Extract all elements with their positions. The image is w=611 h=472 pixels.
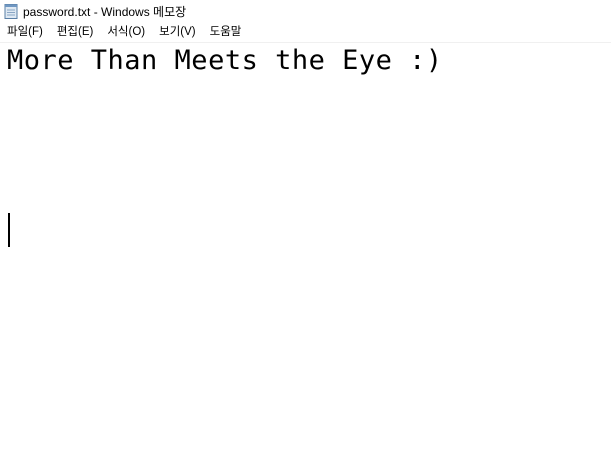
menu-edit[interactable]: 편집(E) (50, 22, 101, 42)
menu-help[interactable]: 도움말 (203, 22, 249, 42)
menu-file[interactable]: 파일(F) (0, 22, 50, 42)
text-editor-area[interactable]: More Than Meets the Eye :) (0, 43, 611, 472)
text-caret (8, 213, 10, 247)
menu-view[interactable]: 보기(V) (152, 22, 203, 42)
window-title: password.txt - Windows 메모장 (23, 4, 187, 19)
title-bar[interactable]: password.txt - Windows 메모장 (0, 0, 611, 22)
editor-text-line: More Than Meets the Eye :) (7, 45, 443, 76)
notepad-window: password.txt - Windows 메모장 파일(F) 편집(E) 서… (0, 0, 611, 472)
menu-bar: 파일(F) 편집(E) 서식(O) 보기(V) 도움말 (0, 22, 611, 43)
menu-format[interactable]: 서식(O) (100, 22, 152, 42)
notepad-icon (4, 3, 18, 19)
